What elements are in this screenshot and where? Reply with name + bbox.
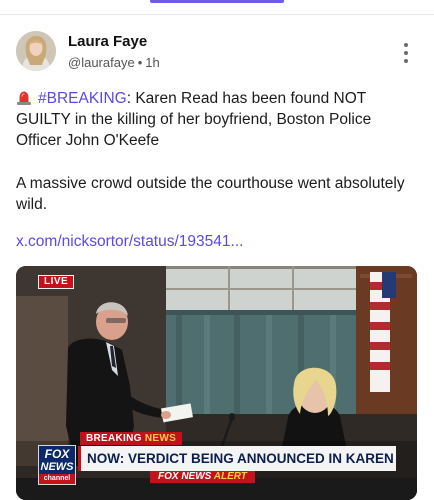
post-card[interactable]: Laura Faye @laurafaye • 1h #BREAKING: Kare… — [0, 15, 434, 500]
more-vertical-icon — [404, 43, 408, 47]
fox-news-logo: FOX NEWS channel — [38, 445, 76, 485]
embedded-video[interactable]: LIVE BREAKING NEWS FOX NEWS channel NOW:… — [16, 266, 417, 500]
siren-icon — [17, 91, 31, 105]
author-meta: @laurafaye • 1h — [68, 55, 160, 70]
breaking-news-banner: BREAKING NEWS — [80, 432, 183, 445]
author-handle[interactable]: @laurafaye — [68, 55, 135, 70]
post-paragraph-2: A massive crowd outside the courthouse w… — [16, 175, 405, 213]
post-timestamp[interactable]: 1h — [145, 55, 159, 70]
post-body: #BREAKING: Karen Read has been found NOT… — [16, 88, 416, 215]
fox-news-alert-bar: FOX NEWS ALERT — [150, 471, 255, 483]
post-paragraph-1: #BREAKING: Karen Read has been found NOT… — [16, 88, 416, 151]
more-options-button[interactable] — [400, 43, 412, 63]
hashtag-link[interactable]: #BREAKING — [38, 90, 127, 107]
active-tab-indicator — [150, 0, 284, 3]
avatar[interactable] — [16, 31, 56, 71]
external-link[interactable]: x.com/nicksortor/status/193541... — [16, 233, 243, 251]
news-headline-chyron: NOW: VERDICT BEING ANNOUNCED IN KAREN RE… — [78, 446, 396, 471]
meta-separator: • — [137, 55, 143, 70]
author-name[interactable]: Laura Faye — [68, 33, 147, 50]
live-badge: LIVE — [38, 275, 75, 289]
